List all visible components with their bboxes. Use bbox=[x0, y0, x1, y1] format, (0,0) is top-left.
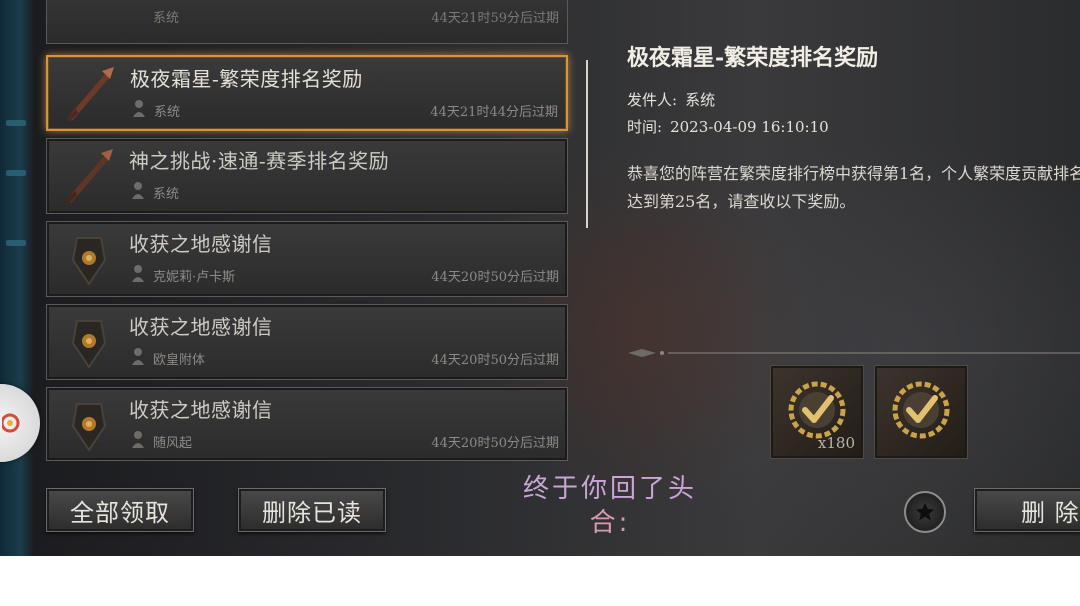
favorite-star-button[interactable] bbox=[904, 491, 946, 533]
reward-slot[interactable]: x180 bbox=[771, 366, 863, 458]
mail-title: 收获之地感谢信 bbox=[129, 232, 273, 256]
mail-expiry: 44天20时50分后过期 bbox=[431, 270, 559, 285]
shield-emblem-icon bbox=[71, 403, 107, 452]
gold-check-medal-icon bbox=[892, 381, 950, 439]
detail-time: 2023-04-09 16:10:10 bbox=[670, 118, 829, 136]
strip-marker bbox=[6, 170, 26, 176]
assistant-icon bbox=[2, 413, 20, 433]
mail-sender: 系统 bbox=[153, 11, 180, 26]
lyric-caption: 终于你回了头 合: bbox=[512, 472, 708, 540]
reward-slot[interactable] bbox=[875, 366, 967, 458]
strip-marker bbox=[6, 240, 26, 246]
person-icon bbox=[132, 182, 144, 199]
mail-title: 神之挑战·速通-赛季排名奖励 bbox=[129, 149, 390, 173]
mail-item[interactable]: 极夜霜星-繁荣度排名奖励 系统 44天21时44分后过期 bbox=[46, 55, 568, 131]
mail-sender: 克妮莉·卢卡斯 bbox=[153, 270, 236, 285]
mail-expiry: 44天20时50分后过期 bbox=[431, 436, 559, 451]
mail-title: 极夜霜星-繁荣度排名奖励 bbox=[130, 67, 363, 91]
caption-line-2: 合: bbox=[589, 508, 631, 538]
mail-expiry: 44天21时44分后过期 bbox=[430, 105, 558, 120]
mail-item[interactable]: 神之挑战·速通-赛季排名奖励 系统 bbox=[46, 138, 568, 214]
person-icon bbox=[132, 265, 144, 282]
mail-sender: 欧皇附体 bbox=[153, 353, 206, 368]
person-icon bbox=[132, 348, 144, 365]
mail-sender: 随风起 bbox=[153, 436, 193, 451]
mail-item[interactable]: 收获之地感谢信 克妮莉·卢卡斯 44天20时50分后过期 bbox=[46, 221, 568, 297]
mail-item[interactable]: 收获之地感谢信 随风起 44天20时50分后过期 bbox=[46, 387, 568, 461]
detail-divider bbox=[586, 60, 588, 228]
detail-sender-row: 发件人: 系统 bbox=[627, 89, 715, 110]
mail-expiry: 44天20时50分后过期 bbox=[431, 353, 559, 368]
mail-sender: 系统 bbox=[154, 105, 181, 120]
person-icon bbox=[132, 431, 144, 448]
person-icon bbox=[133, 100, 145, 117]
detail-body: 恭喜您的阵营在繁荣度排行榜中获得第1名，个人繁荣度贡献排名达到第25名，请查收以… bbox=[627, 164, 1080, 211]
shield-emblem-icon bbox=[71, 237, 107, 286]
detail-sender: 系统 bbox=[685, 91, 716, 109]
spear-icon bbox=[66, 67, 114, 121]
delete-button[interactable]: 删 除 bbox=[974, 488, 1080, 532]
floating-assistant-button[interactable] bbox=[0, 384, 40, 462]
shield-emblem-icon bbox=[71, 320, 107, 369]
detail-title: 极夜霜星-繁荣度排名奖励 bbox=[627, 45, 879, 71]
mail-sender: 系统 bbox=[153, 187, 180, 202]
mail-item-partial[interactable]: 系统 44天21时59分后过期 bbox=[46, 0, 568, 44]
ornament-divider bbox=[628, 349, 1080, 357]
mail-title: 收获之地感谢信 bbox=[129, 315, 273, 339]
star-icon bbox=[915, 502, 935, 521]
caption-line-1: 终于你回了头 bbox=[522, 474, 697, 504]
spear-icon bbox=[65, 149, 113, 203]
delete-read-button[interactable]: 删除已读 bbox=[238, 488, 386, 532]
time-label: 时间: bbox=[627, 118, 663, 136]
mail-item[interactable]: 收获之地感谢信 欧皇附体 44天20时50分后过期 bbox=[46, 304, 568, 380]
strip-marker bbox=[6, 120, 26, 126]
reward-quantity: x180 bbox=[817, 434, 855, 452]
detail-time-row: 时间: 2023-04-09 16:10:10 bbox=[627, 116, 829, 137]
mail-title: 收获之地感谢信 bbox=[129, 398, 273, 422]
sender-label: 发件人: bbox=[627, 91, 678, 109]
game-screen: 系统 44天21时59分后过期 极夜霜星-繁荣度排名奖励 系统 44天21时44… bbox=[0, 0, 1080, 556]
mail-expiry: 44天21时59分后过期 bbox=[431, 11, 559, 26]
collect-all-button[interactable]: 全部领取 bbox=[46, 488, 194, 532]
left-edge-strip bbox=[0, 0, 34, 556]
